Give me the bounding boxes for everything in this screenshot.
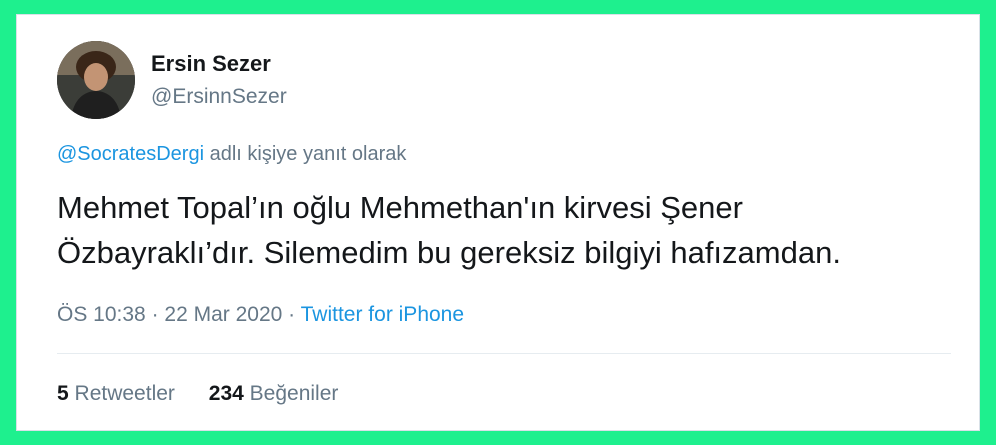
tweet-time[interactable]: ÖS 10:38 xyxy=(57,303,146,326)
retweets-count: 5 xyxy=(57,382,69,405)
tweet-card: Ersin Sezer @ErsinnSezer @SocratesDergi … xyxy=(16,14,980,431)
avatar[interactable] xyxy=(57,41,135,119)
tweet-meta: ÖS 10:38 · 22 Mar 2020 · Twitter for iPh… xyxy=(57,303,464,327)
tweet-text-line: Özbayraklı’dır. Silemedim bu gereksiz bi… xyxy=(57,235,841,270)
likes-count: 234 xyxy=(208,382,244,405)
reply-context-text: adlı kişiye yanıt olarak xyxy=(204,143,407,165)
tweet-text: Mehmet Topal’ın oğlu Mehmethan'ın kirves… xyxy=(57,185,957,275)
retweets-stat[interactable]: 5 Retweetler xyxy=(57,382,175,405)
likes-label: Beğeniler xyxy=(249,382,339,405)
author-name[interactable]: Ersin Sezer xyxy=(151,51,271,77)
tweet-text-line: Mehmet Topal’ın oğlu Mehmethan'ın kirves… xyxy=(57,190,743,225)
tweet-source-link[interactable]: Twitter for iPhone xyxy=(301,303,464,326)
tweet-stats: 5 Retweetler 234 Beğeniler xyxy=(57,382,366,406)
meta-separator: · xyxy=(145,303,165,326)
reply-context: @SocratesDergi adlı kişiye yanıt olarak xyxy=(57,143,406,166)
tweet-date[interactable]: 22 Mar 2020 xyxy=(164,303,282,326)
profile-photo-icon xyxy=(57,41,135,119)
reply-mention-link[interactable]: @SocratesDergi xyxy=(57,143,204,165)
likes-stat[interactable]: 234 Beğeniler xyxy=(209,382,339,405)
divider xyxy=(57,353,951,354)
retweets-label: Retweetler xyxy=(74,382,175,405)
meta-separator: · xyxy=(282,303,301,326)
author-handle[interactable]: @ErsinnSezer xyxy=(151,85,287,109)
